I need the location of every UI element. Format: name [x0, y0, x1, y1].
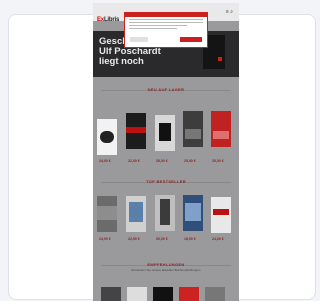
cookie-consent-dialog — [124, 12, 208, 48]
section-title-recommendations: EMPFEHLUNGEN — [147, 262, 185, 267]
section-title-bestseller: TOP BESTSELLER — [146, 179, 186, 184]
book-cover-art — [97, 206, 117, 220]
site-logo[interactable]: ExLibris — [97, 8, 121, 23]
book-cover-art — [100, 131, 114, 143]
book-cover-art — [159, 123, 171, 141]
dialog-text-line — [129, 19, 203, 20]
book-cover[interactable] — [126, 113, 146, 149]
book-price: 22,00 € — [128, 159, 140, 163]
book-cover[interactable] — [183, 195, 203, 231]
book-cover[interactable] — [153, 287, 173, 301]
book-cover-art — [213, 209, 229, 215]
section-title-new: NEU AUF LAGER — [147, 87, 185, 92]
book-cover[interactable] — [211, 111, 231, 147]
book-cover-art — [160, 199, 170, 225]
book-price: 24,00 € — [99, 237, 111, 241]
section-subtitle: Entdecken Sie unsere aktuellen Buchempfe… — [131, 268, 201, 272]
dialog-accent-bar — [125, 13, 207, 17]
book-cover[interactable] — [155, 195, 175, 231]
book-cover[interactable] — [101, 287, 121, 301]
book-price: 24,00 € — [212, 237, 224, 241]
dialog-text-line — [129, 22, 203, 23]
book-cover-art — [129, 202, 143, 222]
hero-line-3: liegt noch — [99, 56, 144, 67]
dialog-text-line — [129, 28, 177, 29]
book-price: 18,00 € — [184, 237, 196, 241]
logo-top-text: Ex — [97, 17, 104, 23]
book-cover[interactable] — [126, 196, 146, 232]
header-menu-icon[interactable]: ≡ ⌕ — [226, 9, 233, 15]
book-cover[interactable] — [205, 287, 225, 301]
book-cover[interactable] — [183, 111, 203, 147]
logo-bottom-text: Libris — [103, 17, 120, 23]
settings-button[interactable] — [130, 37, 148, 42]
book-price: 20,00 € — [156, 237, 168, 241]
mobile-page-screenshot: ExLibris ≡ ⌕ Geschenk Ulf Poschardt lieg… — [93, 3, 239, 301]
book-cover[interactable] — [127, 287, 147, 301]
dialog-text-line — [129, 25, 187, 26]
book-price: 20,00 € — [212, 159, 224, 163]
book-cover-art — [185, 203, 201, 221]
book-price: 25,00 € — [184, 159, 196, 163]
book-cover-art — [213, 131, 229, 139]
book-cover[interactable] — [97, 119, 117, 155]
book-cover[interactable] — [211, 197, 231, 233]
book-cover-art — [185, 129, 201, 139]
book-cover[interactable] — [179, 287, 199, 301]
hero-book-badge — [218, 57, 222, 61]
accept-button[interactable] — [180, 37, 202, 42]
book-price: 24,00 € — [99, 159, 111, 163]
book-cover[interactable] — [97, 196, 117, 232]
book-price: 22,00 € — [128, 237, 140, 241]
book-cover[interactable] — [155, 115, 175, 151]
book-price: 26,00 € — [156, 159, 168, 163]
book-cover-stripe — [126, 127, 146, 133]
